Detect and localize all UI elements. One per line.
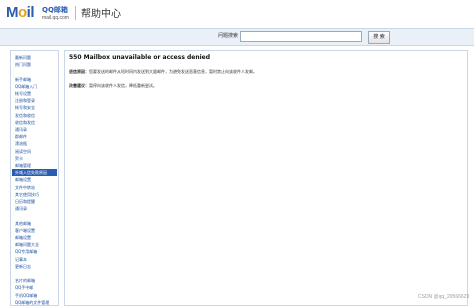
sidebar-item — [12, 212, 57, 219]
sidebar-item[interactable]: 其他邮箱 — [12, 220, 57, 227]
sidebar-item[interactable]: 发信和收信 — [12, 112, 57, 119]
sidebar-item[interactable]: 更新日志 — [12, 263, 57, 270]
search-button[interactable]: 搜 索 — [368, 31, 390, 44]
header: Moil QQ邮箱 mail.qq.com 帮助中心 — [0, 0, 474, 28]
reason-row: 退信原因：您要发送的邮件从短时间内发送到大量邮件，为避免发送恶意信息，暂时禁止向… — [69, 69, 257, 75]
search-input[interactable] — [240, 31, 362, 42]
suggestion-label: 改善建议： — [69, 83, 89, 88]
sidebar-item[interactable]: 贺卡 — [12, 155, 57, 162]
sidebar-item[interactable]: 群邮件 — [12, 133, 57, 140]
sidebar-item[interactable]: 邮箱设置 — [12, 176, 57, 183]
sidebar-item — [12, 68, 57, 75]
sidebar-item[interactable]: 通讯录 — [12, 205, 57, 212]
sidebar-item[interactable]: 客户端设置 — [12, 227, 57, 234]
sidebar-nav: 最新问题 热门问题新手邮箱 QQ邮箱入门 帐号设置 注册和登录 帐号和安全 发信和收信 收信和… — [10, 50, 59, 306]
sidebar-item[interactable]: 注册和登录 — [12, 97, 57, 104]
sidebar-item[interactable]: 邮箱设置 — [12, 234, 57, 241]
logo-mail-text: Moil — [6, 4, 35, 21]
error-title: 550 Mailbox unavailable or access denied — [69, 54, 211, 61]
reason-label: 退信原因： — [69, 69, 89, 74]
page-title: 帮助中心 — [81, 9, 121, 20]
sidebar-item[interactable]: 手机QQ邮箱 — [12, 292, 57, 299]
sidebar-item[interactable]: QQ邮箱入门 — [12, 83, 57, 90]
sidebar-item[interactable]: 阅读空间 — [12, 148, 57, 155]
search-label: 问题搜索 — [218, 33, 239, 39]
sidebar-item[interactable]: 其它使用技巧 — [12, 191, 57, 198]
sidebar-item[interactable]: 帐号设置 — [12, 90, 57, 97]
reason-text: 您要发送的邮件从短时间内发送到大量邮件，为避免发送恶意信息，暂时禁止向该收件人发… — [89, 69, 257, 74]
sidebar-item[interactable]: 帐号和安全 — [12, 104, 57, 111]
sidebar-item[interactable]: 邮箱管理 — [12, 162, 57, 169]
sidebar-item[interactable]: 新手邮箱 — [12, 76, 57, 83]
logo-domain-text: mail.qq.com — [42, 15, 69, 21]
watermark: CSDN @qq_29566629 — [418, 294, 470, 300]
sidebar-item[interactable]: 文件中转站 — [12, 184, 57, 191]
sidebar-item[interactable]: 邮箱问题大全 — [12, 241, 57, 248]
main-content: 550 Mailbox unavailable or access denied… — [64, 50, 468, 306]
sidebar-item[interactable]: 通讯录 — [12, 126, 57, 133]
sidebar-item[interactable]: 外域入信失败原因 — [12, 169, 57, 177]
sidebar-item[interactable]: 名片的邮箱 — [12, 277, 57, 284]
suggestion-row: 改善建议：暂停向该收件人发信，降低重新尝试。 — [69, 83, 157, 89]
sidebar-item[interactable]: 最新问题 — [12, 54, 57, 61]
header-divider — [75, 6, 76, 20]
sidebar-item[interactable]: 漂流瓶 — [12, 140, 57, 147]
sidebar-item[interactable]: QQ邮箱的文件管理 — [12, 299, 57, 306]
sidebar-item[interactable]: QQ手中邮 — [12, 284, 57, 291]
sidebar-item[interactable]: 日历和提醒 — [12, 198, 57, 205]
sidebar-item[interactable]: 收信和发信 — [12, 119, 57, 126]
sidebar-item[interactable]: QQ专用邮箱 — [12, 248, 57, 255]
qq-mail-logo[interactable]: Moil QQ邮箱 mail.qq.com — [6, 4, 70, 26]
suggestion-text: 暂停向该收件人发信，降低重新尝试。 — [89, 83, 157, 88]
sidebar-item[interactable]: 热门问题 — [12, 61, 57, 68]
sidebar-item — [12, 270, 57, 277]
search-bar: 问题搜索 搜 索 — [0, 28, 474, 46]
sidebar-item[interactable]: 记事本 — [12, 256, 57, 263]
logo-qq-text: QQ邮箱 — [42, 6, 68, 14]
